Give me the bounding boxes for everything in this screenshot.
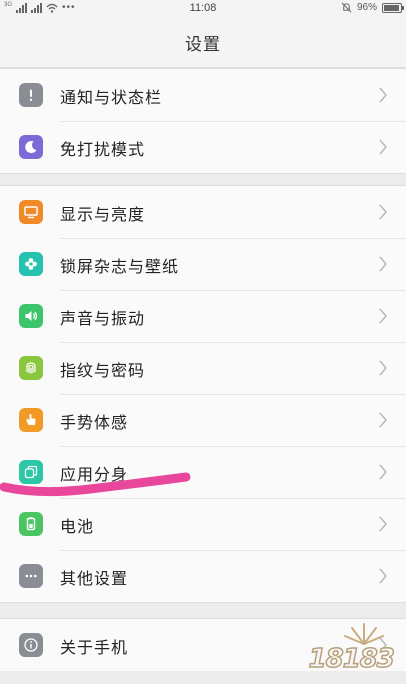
settings-item-do-not-disturb[interactable]: 免打扰模式 — [0, 121, 406, 173]
status-right: 96% — [341, 2, 404, 13]
page-title: 设置 — [185, 35, 221, 55]
settings-item-label: 声音与振动 — [60, 309, 146, 328]
battery-icon — [382, 2, 404, 13]
settings-item-label: 应用分身 — [60, 465, 129, 484]
exclamation-icon — [19, 83, 43, 107]
chevron-right-icon — [379, 360, 387, 376]
chevron-right-icon — [379, 516, 387, 532]
settings-item-lockscreen-wallpaper[interactable]: 锁屏杂志与壁纸 — [0, 238, 406, 290]
settings-item-display[interactable]: 显示与亮度 — [0, 186, 406, 238]
info-icon — [19, 633, 43, 657]
settings-item-label: 电池 — [60, 517, 95, 536]
settings-item-label: 免打扰模式 — [60, 140, 146, 159]
settings-item-label: 手势体感 — [60, 413, 129, 432]
chevron-right-icon — [379, 412, 387, 428]
settings-item-label: 锁屏杂志与壁纸 — [60, 257, 180, 276]
hand-icon — [19, 408, 43, 432]
chevron-right-icon — [379, 139, 387, 155]
settings-item-app-clone[interactable]: 应用分身 — [0, 446, 406, 498]
settings-item-notifications[interactable]: 通知与状态栏 — [0, 69, 406, 121]
settings-item-gestures[interactable]: 手势体感 — [0, 394, 406, 446]
watermark-text: 18183 — [308, 643, 396, 675]
speaker-icon — [19, 304, 43, 328]
clone-icon — [19, 460, 43, 484]
settings-item-label: 通知与状态栏 — [60, 88, 163, 107]
settings-group-main: 显示与亮度 锁屏杂志与壁纸 声音与振动 指纹与密码 手势体感 应用分身 电池 其… — [0, 185, 406, 603]
settings-item-fingerprint-password[interactable]: 指纹与密码 — [0, 342, 406, 394]
watermark-logo: 18183 — [296, 620, 404, 682]
title-bar: 设置 — [0, 18, 406, 68]
status-bar: 3G ••• 11:08 96% — [0, 0, 406, 18]
settings-group-notifications: 通知与状态栏 免打扰模式 — [0, 68, 406, 174]
battery-percent: 96% — [356, 2, 377, 13]
chevron-right-icon — [379, 256, 387, 272]
chevron-right-icon — [379, 568, 387, 584]
settings-item-label: 显示与亮度 — [60, 205, 146, 224]
settings-item-label: 指纹与密码 — [60, 361, 146, 380]
chevron-right-icon — [379, 87, 387, 103]
settings-item-other-settings[interactable]: 其他设置 — [0, 550, 406, 602]
settings-screen: 3G ••• 11:08 96% 设置 通知与状态栏 免打扰模式 显示与亮度 锁… — [0, 0, 406, 684]
battery-icon — [19, 512, 43, 536]
flower-icon — [19, 252, 43, 276]
chevron-right-icon — [379, 464, 387, 480]
display-icon — [19, 200, 43, 224]
fingerprint-icon — [19, 356, 43, 380]
mute-icon — [341, 2, 352, 13]
chevron-right-icon — [379, 204, 387, 220]
more-icon — [19, 564, 43, 588]
settings-item-label: 关于手机 — [60, 638, 129, 657]
settings-item-label: 其他设置 — [60, 569, 129, 588]
settings-item-battery[interactable]: 电池 — [0, 498, 406, 550]
moon-icon — [19, 135, 43, 159]
settings-item-sound-vibration[interactable]: 声音与振动 — [0, 290, 406, 342]
chevron-right-icon — [379, 308, 387, 324]
